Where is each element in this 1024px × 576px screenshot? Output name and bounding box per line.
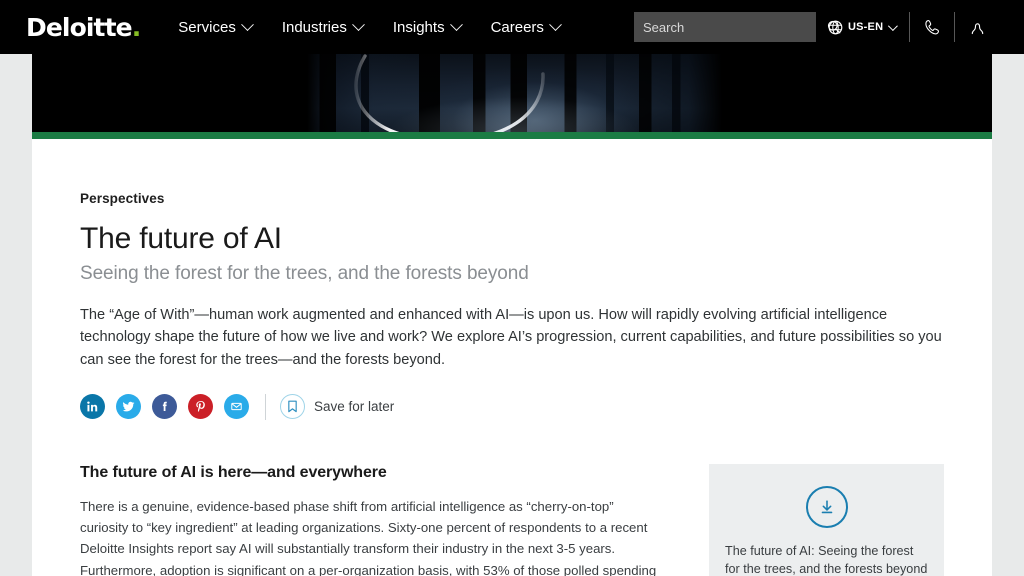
globe-icon <box>828 20 843 34</box>
site-header: Deloitte. Services Industries Insights C… <box>0 0 1024 54</box>
facebook-icon <box>162 401 167 412</box>
share-divider <box>265 393 266 420</box>
nav-item-insights-label: Insights <box>392 18 445 36</box>
linkedin-icon <box>87 401 98 412</box>
download-circle-icon[interactable] <box>805 485 848 528</box>
pdf-download-card: The future of AI: Seeing the forest for … <box>709 463 944 576</box>
locale-selector[interactable]: US-EN <box>828 20 909 35</box>
chevron-down-icon <box>549 17 562 31</box>
nav-item-services[interactable]: Services <box>178 17 254 36</box>
share-toolbar: Save for later <box>80 393 944 420</box>
share-email-button[interactable] <box>224 394 249 420</box>
article-body-columns: The future of AI is here—and everywhere … <box>80 463 944 576</box>
chevron-down-icon <box>449 17 463 31</box>
chevron-down-icon <box>352 17 365 31</box>
article-category[interactable]: Perspectives <box>80 191 944 206</box>
phone-button[interactable] <box>910 0 954 54</box>
nav-item-careers[interactable]: Careers <box>490 17 562 36</box>
pinterest-icon <box>196 401 205 412</box>
account-button[interactable] <box>955 0 999 54</box>
nav-item-industries[interactable]: Industries <box>281 17 365 36</box>
download-arrow-icon <box>821 499 832 513</box>
deloitte-logo[interactable]: Deloitte. <box>26 12 141 42</box>
article: Perspectives The future of AI Seeing the… <box>32 191 992 576</box>
page-content: Perspectives The future of AI Seeing the… <box>32 54 992 576</box>
article-lede: The “Age of With”—human work augmented a… <box>80 306 942 368</box>
nav-item-careers-label: Careers <box>490 18 544 36</box>
locale-label: US-EN <box>848 21 884 33</box>
article-main-column: The future of AI is here—and everywhere … <box>80 464 665 576</box>
nav-item-industries-label: Industries <box>281 18 347 36</box>
chevron-down-icon <box>888 20 899 31</box>
nav-item-insights[interactable]: Insights <box>392 17 463 36</box>
pdf-card-inner: The future of AI: Seeing the forest for … <box>709 463 944 576</box>
bookmark-icon <box>288 400 297 413</box>
hero-mist-overlay <box>307 54 722 132</box>
brand-accent-bar <box>32 132 992 139</box>
search-box[interactable] <box>634 12 841 42</box>
pdf-card-caption: The future of AI: Seeing the forest for … <box>725 543 928 576</box>
save-for-later-label: Save for later <box>314 399 395 415</box>
nav-item-services-label: Services <box>178 18 236 36</box>
logo-text: Deloitte <box>26 12 133 42</box>
user-account-icon <box>971 22 983 34</box>
hero-banner <box>32 54 992 132</box>
phone-icon <box>925 19 939 34</box>
bookmark-icon-circle <box>280 394 305 420</box>
section-heading: The future of AI is here—and everywhere <box>80 463 387 481</box>
page-title: The future of AI <box>80 222 282 255</box>
page-subtitle: Seeing the forest for the trees, and the… <box>80 263 529 284</box>
share-pinterest-button[interactable] <box>188 394 213 420</box>
hero-image <box>307 54 722 132</box>
share-twitter-button[interactable] <box>116 394 141 420</box>
primary-navigation: Services Industries Insights Careers <box>178 17 562 36</box>
logo-green-dot: . <box>131 12 141 42</box>
header-utility-area: US-EN <box>828 0 999 54</box>
chevron-down-icon <box>240 17 254 31</box>
twitter-icon <box>122 401 135 412</box>
email-icon <box>231 403 242 411</box>
share-linkedin-button[interactable] <box>80 394 105 420</box>
save-for-later-button[interactable]: Save for later <box>280 394 395 420</box>
share-facebook-button[interactable] <box>152 394 177 420</box>
search-input[interactable] <box>634 19 827 35</box>
body-paragraph-1: There is a genuine, evidence-based phase… <box>80 498 657 576</box>
